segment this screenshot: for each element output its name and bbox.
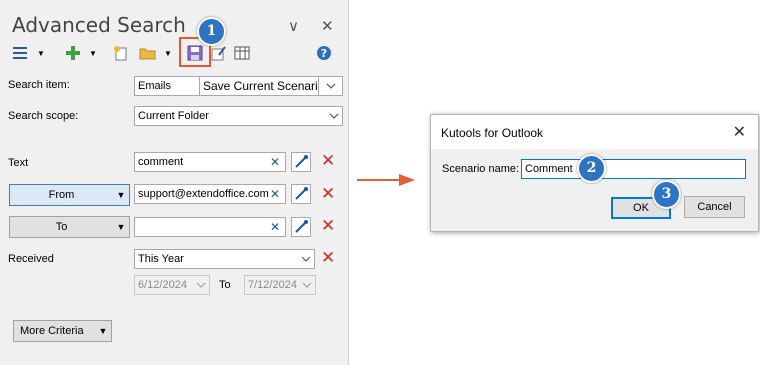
from-field-label: From	[48, 189, 75, 201]
received-select[interactable]: This Year	[134, 249, 315, 269]
clear-icon[interactable]: ✕	[270, 185, 280, 203]
text-criteria-input[interactable]: comment ✕	[134, 152, 286, 172]
list-icon[interactable]	[10, 43, 30, 63]
advanced-search-panel: Advanced Search ∨ ✕ ▼ ▼ ▼ ? Search item:…	[0, 0, 349, 365]
search-scope-value: Current Folder	[138, 110, 209, 122]
from-field-button[interactable]: From ▼	[9, 184, 130, 206]
remove-criteria-icon[interactable]: ✕	[321, 217, 335, 234]
step-badge-3: 3	[652, 180, 681, 209]
clear-icon[interactable]: ✕	[270, 153, 280, 171]
chevron-down-icon	[329, 107, 339, 125]
cancel-button[interactable]: Cancel	[684, 196, 745, 218]
new-scenario-icon[interactable]	[111, 43, 131, 63]
date-from-value: 6/12/2024	[138, 279, 187, 291]
picker-icon[interactable]	[291, 152, 311, 172]
edit-icon[interactable]	[208, 43, 228, 63]
scenario-name-label: Scenario name:	[442, 163, 520, 175]
collapse-icon[interactable]: ∨	[288, 17, 299, 35]
grid-icon[interactable]	[232, 43, 252, 63]
from-criteria-value: support@extendoffice.com	[138, 188, 269, 200]
date-to-label: To	[219, 279, 231, 291]
remove-criteria-icon[interactable]: ✕	[321, 249, 335, 266]
to-field-button[interactable]: To ▼	[9, 216, 130, 238]
dropdown-arrow-icon[interactable]: ▼	[163, 43, 173, 63]
scenario-name-input[interactable]: Comment	[521, 159, 746, 179]
date-to-field[interactable]: 7/12/2024	[244, 275, 316, 295]
search-scope-label: Search scope:	[8, 110, 79, 122]
dropdown-arrow-icon[interactable]: ▼	[88, 43, 98, 63]
dropdown-arrow-icon: ▼	[116, 222, 126, 232]
clear-icon[interactable]: ✕	[270, 218, 280, 236]
close-icon[interactable]: ✕	[321, 17, 334, 35]
help-icon[interactable]: ?	[314, 43, 334, 63]
save-icon[interactable]	[185, 43, 205, 63]
dialog-titlebar: Kutools for Outlook ✕	[431, 115, 758, 149]
received-value: This Year	[138, 253, 184, 265]
search-item-value[interactable]: Emails	[134, 76, 200, 96]
search-item-label: Search item:	[8, 79, 70, 91]
text-criteria-value: comment	[138, 156, 184, 168]
dropdown-arrow-icon: ▼	[116, 190, 126, 200]
panel-title: Advanced Search	[12, 13, 186, 37]
close-icon[interactable]: ✕	[733, 122, 746, 142]
search-scope-select[interactable]: Current Folder	[134, 106, 343, 126]
more-criteria-label: More Criteria	[20, 325, 84, 337]
from-criteria-input[interactable]: support@extendoffice.com ✕	[134, 184, 286, 204]
chevron-down-icon	[196, 276, 206, 294]
dropdown-arrow-icon: ▼	[98, 326, 108, 336]
picker-icon[interactable]	[291, 184, 311, 204]
open-folder-icon[interactable]	[138, 43, 158, 63]
chevron-down-icon	[302, 276, 312, 294]
to-field-label: To	[55, 221, 68, 233]
text-criteria-label: Text	[8, 157, 29, 169]
picker-icon[interactable]	[291, 217, 311, 237]
more-criteria-button[interactable]: More Criteria ▼	[13, 320, 112, 342]
svg-text:?: ?	[321, 47, 327, 60]
step-badge-2: 2	[577, 154, 606, 183]
add-icon[interactable]	[63, 43, 83, 63]
dropdown-arrow-icon[interactable]: ▼	[36, 43, 46, 63]
scenario-dropdown[interactable]: Save Current Scenario	[199, 76, 319, 96]
to-criteria-input[interactable]: ✕	[134, 217, 286, 237]
arrow-right-icon	[357, 174, 415, 186]
scenario-dropdown-arrow[interactable]	[318, 76, 343, 96]
date-from-field[interactable]: 6/12/2024	[134, 275, 210, 295]
received-label: Received	[8, 253, 54, 265]
step-badge-1: 1	[197, 17, 226, 46]
remove-criteria-icon[interactable]: ✕	[321, 152, 335, 169]
dialog-title: Kutools for Outlook	[441, 126, 544, 140]
chevron-down-icon	[301, 250, 311, 268]
remove-criteria-icon[interactable]: ✕	[321, 185, 335, 202]
date-to-value: 7/12/2024	[248, 279, 297, 291]
